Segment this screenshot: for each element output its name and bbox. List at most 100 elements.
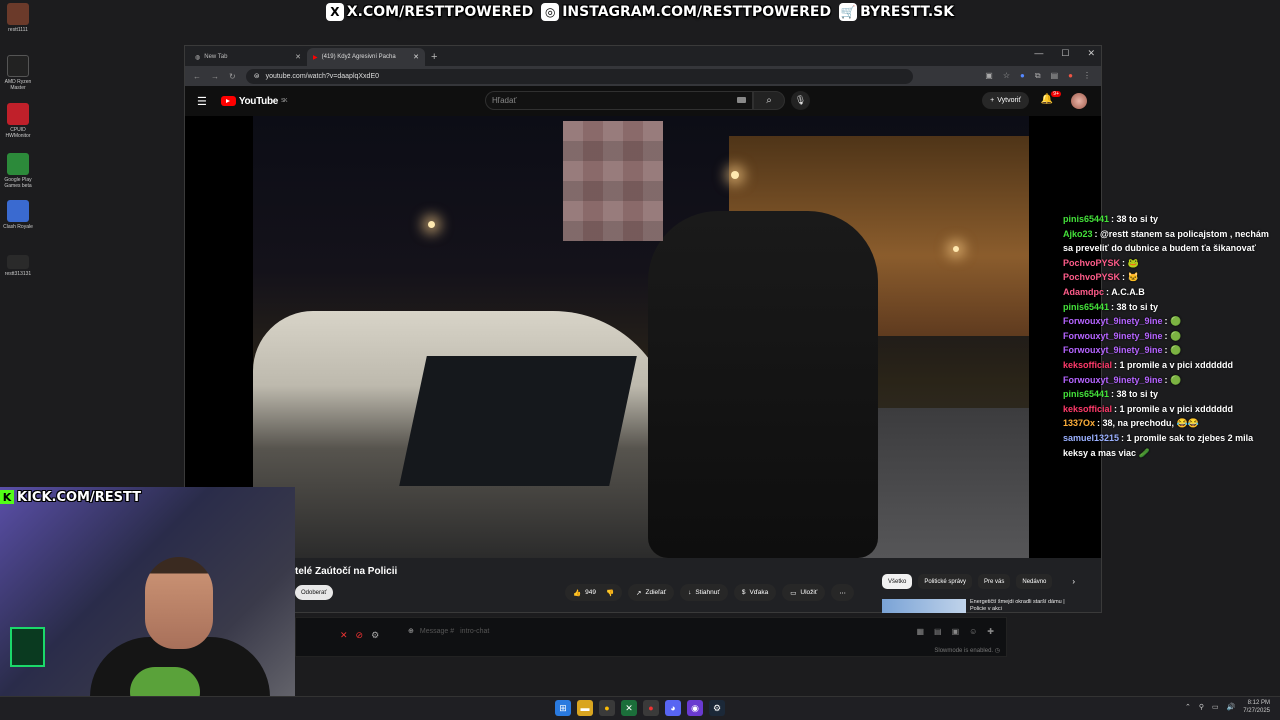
reload-icon[interactable]: ↻ <box>229 72 236 81</box>
minimize-icon[interactable]: — <box>1034 48 1043 59</box>
video-player[interactable] <box>185 116 1101 558</box>
recommended-thumbnail[interactable] <box>882 599 966 613</box>
chat-username[interactable]: 1337Ox <box>1063 418 1095 428</box>
chat-username[interactable]: samuel13215 <box>1063 433 1119 443</box>
message-input[interactable]: ⊕ Message # intro-chat <box>408 627 489 636</box>
extension-icon[interactable]: ● <box>1020 71 1025 81</box>
like-button[interactable]: 👍 949 👎 <box>565 584 623 601</box>
recommended-title[interactable]: Energetičtí šmejdi okradli starší dámu |… <box>970 599 1080 613</box>
forward-icon[interactable]: → <box>211 72 219 81</box>
close-tab-icon[interactable]: ✕ <box>413 53 419 61</box>
subscribe-button[interactable]: Odoberať <box>295 585 333 600</box>
keyboard-icon[interactable] <box>737 97 746 103</box>
chat-username[interactable]: Forwouxyt_9inety_9ine <box>1063 316 1163 326</box>
chat-username[interactable]: keksofficial <box>1063 404 1112 414</box>
close-window-icon[interactable]: ✕ <box>1087 48 1095 59</box>
chat-username[interactable]: Forwouxyt_9inety_9ine <box>1063 375 1163 385</box>
desktop-icon-restt1111[interactable]: restt1111 <box>0 3 36 33</box>
cast-icon[interactable]: ▣ <box>985 71 993 81</box>
apps-icon[interactable]: ✚ <box>987 627 994 636</box>
desktop-icon-playgames[interactable]: Google Play Games beta <box>0 153 36 189</box>
settings-icon[interactable]: ⚙ <box>371 630 379 641</box>
search-button[interactable]: ⌕ <box>753 91 785 110</box>
menu-dots-icon[interactable]: ⋮ <box>1083 71 1091 81</box>
thumbs-down-icon[interactable]: 👎 <box>606 589 614 597</box>
search-input[interactable]: Hľadať <box>485 91 753 110</box>
close-tab-icon[interactable]: ✕ <box>295 53 301 61</box>
taskbar-apps: ⊞ ▬ ● ✕ ● ◕ ◉ ⚙ <box>555 700 725 716</box>
tab-youtube[interactable]: ▶ (419) Když Agresivní Pacha ✕ <box>307 48 425 66</box>
video-actions: 👍 949 👎 ↗ Zdieľať ↓ Stiahnuť $ Vďaka ▭ Uložiť … <box>565 584 854 601</box>
add-icon[interactable]: ⊕ <box>408 627 414 635</box>
recommended-video[interactable]: Energetičtí šmejdi okradli starší dámu |… <box>882 599 1080 613</box>
emoji-icon[interactable]: ☺ <box>969 627 977 636</box>
chat-message: pinis65441: 38 to si ty <box>1063 300 1278 315</box>
chip-for-you[interactable]: Pre vás <box>978 574 1011 589</box>
desktop-icon-restt313131[interactable]: restt313131 <box>0 255 36 277</box>
message-placeholder: Message # <box>419 627 455 635</box>
site-info-icon[interactable]: ⊜ <box>254 72 260 80</box>
download-button[interactable]: ↓ Stiahnuť <box>680 584 728 601</box>
chat-username[interactable]: PochvoPYSK <box>1063 272 1120 282</box>
desktop-icon-clash[interactable]: Clash Royale <box>0 200 36 230</box>
chat-username[interactable]: keksofficial <box>1063 360 1112 370</box>
share-button[interactable]: ↗ Zdieľať <box>628 584 675 601</box>
share-label: Zdieľať <box>645 589 667 596</box>
desktop-icon-hwmonitor[interactable]: CPUID HWMonitor <box>0 103 36 139</box>
url-field[interactable]: ⊜ youtube.com/watch?v=daaplqXxdE0 <box>245 68 913 84</box>
network-icon[interactable]: ▭ <box>1212 703 1219 711</box>
puzzle-icon[interactable]: ⧉ <box>1035 71 1041 81</box>
profile-icon[interactable]: ● <box>1068 71 1073 81</box>
youtube-logo[interactable]: YouTube SK <box>220 96 287 107</box>
gif-icon[interactable]: ▤ <box>934 627 942 636</box>
chat-username[interactable]: Forwouxyt_9inety_9ine <box>1063 331 1163 341</box>
sidepanel-icon[interactable]: ▤ <box>1051 71 1059 81</box>
more-actions-button[interactable]: ⋯ <box>831 584 854 601</box>
chat-username[interactable]: PochvoPYSK <box>1063 258 1120 268</box>
chip-all[interactable]: Všetko <box>882 574 913 589</box>
thanks-button[interactable]: $ Vďaka <box>733 584 777 601</box>
headset-muted-icon[interactable]: ⊘ <box>356 630 364 641</box>
video-frame <box>253 116 1029 558</box>
start-icon[interactable]: ⊞ <box>555 700 571 716</box>
volume-icon[interactable]: 🔊 <box>1227 703 1236 711</box>
clock[interactable]: 8:12 PM 7/27/2025 <box>1243 699 1270 715</box>
new-tab-button[interactable]: + <box>431 48 437 66</box>
search-icon: ⌕ <box>766 95 772 106</box>
sticker-icon[interactable]: ▣ <box>952 627 960 636</box>
app-icon[interactable]: ✕ <box>621 700 637 716</box>
gift-icon[interactable]: ▦ <box>916 627 924 636</box>
mic-muted-icon[interactable]: ✕ <box>340 630 348 641</box>
desktop-icon-ryzen[interactable]: AMD Ryzen Master <box>0 55 36 91</box>
discord-icon[interactable]: ◕ <box>665 700 681 716</box>
explorer-icon[interactable]: ▬ <box>577 700 593 716</box>
chat-username[interactable]: pinis65441 <box>1063 389 1109 399</box>
hamburger-menu-icon[interactable]: ☰ <box>197 95 207 108</box>
steam-icon[interactable]: ⚙ <box>709 700 725 716</box>
create-button[interactable]: + Vytvoriť <box>982 92 1029 109</box>
notifications-button[interactable]: 🔔 9+ <box>1041 91 1061 105</box>
chip-politics[interactable]: Politické správy <box>918 574 973 589</box>
back-icon[interactable]: ← <box>193 72 201 81</box>
street-light <box>731 171 739 179</box>
save-button[interactable]: ▭ Uložiť <box>782 584 826 601</box>
voice-search-button[interactable]: 🎙 <box>791 91 810 110</box>
chip-recent[interactable]: Nedávno <box>1016 574 1053 589</box>
tab-new-tab[interactable]: ◍ New Tab ✕ <box>189 48 307 66</box>
chat-username[interactable]: pinis65441 <box>1063 214 1109 224</box>
opera-icon[interactable]: ● <box>643 700 659 716</box>
chevron-up-icon[interactable]: ⌃ <box>1185 703 1191 711</box>
location-icon[interactable]: ⚲ <box>1199 703 1204 711</box>
chrome-icon[interactable]: ● <box>599 700 615 716</box>
star-icon[interactable]: ☆ <box>1003 71 1010 81</box>
chat-username[interactable]: Forwouxyt_9inety_9ine <box>1063 345 1163 355</box>
chevron-right-icon[interactable]: › <box>1072 577 1075 586</box>
maximize-icon[interactable]: ☐ <box>1061 48 1069 59</box>
chat-message: Forwouxyt_9inety_9ine: 🟢 <box>1063 314 1278 329</box>
account-avatar[interactable] <box>1071 93 1087 109</box>
obs-icon[interactable]: ◉ <box>687 700 703 716</box>
chat-username[interactable]: Adamdpc <box>1063 287 1104 297</box>
hwmonitor-icon <box>7 103 29 125</box>
chat-username[interactable]: Ajko23 <box>1063 229 1093 239</box>
chat-username[interactable]: pinis65441 <box>1063 302 1109 312</box>
